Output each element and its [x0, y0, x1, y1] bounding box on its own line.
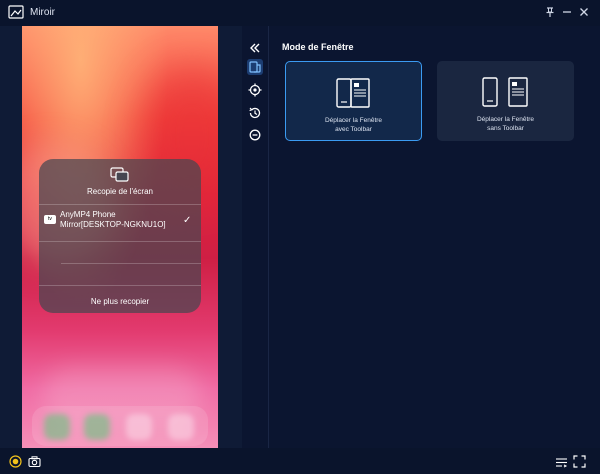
mode-option-with-toolbar[interactable]: Déplacer la Fenêtre avec Toolbar	[285, 61, 422, 141]
minimize-icon[interactable]	[560, 5, 574, 19]
minus-circle-icon	[249, 129, 261, 141]
history-icon	[249, 107, 261, 119]
divider	[39, 285, 201, 286]
phone-screen[interactable]: Recopie de l'écran tv AnyMP4 Phone Mirro…	[22, 26, 218, 448]
device-name-line2: Mirror[DESKTOP-NGKNU1O]	[60, 220, 166, 229]
checkmark-icon: ✓	[183, 215, 192, 226]
settings-button[interactable]	[247, 82, 263, 98]
history-button[interactable]	[247, 105, 263, 121]
phone-preview-area: Recopie de l'écran tv AnyMP4 Phone Mirro…	[0, 26, 242, 448]
double-chevron-left-icon	[250, 43, 260, 53]
minus-button[interactable]	[247, 127, 263, 143]
divider	[61, 263, 201, 264]
collapse-toolbar-button[interactable]	[247, 40, 263, 56]
mode-label-line1: Déplacer la Fenêtre	[476, 116, 535, 123]
mode-option-label: Déplacer la Fenêtre sans Toolbar	[437, 115, 574, 133]
divider	[39, 241, 201, 242]
screen-mirroring-icon	[110, 167, 129, 182]
side-toolbar	[242, 26, 269, 448]
phone-without-toolbar-icon	[482, 77, 528, 107]
record-icon[interactable]	[9, 455, 22, 468]
bottom-bar	[0, 448, 600, 474]
window-mode-button[interactable]	[247, 59, 263, 75]
device-name-line1: AnyMP4 Phone	[60, 210, 116, 219]
app-window: Miroir Recopie de l'écran tv AnyMP4 Phon…	[0, 0, 600, 474]
mode-option-without-toolbar[interactable]: Déplacer la Fenêtre sans Toolbar	[437, 61, 574, 141]
pin-icon[interactable]	[543, 5, 557, 19]
phone-with-toolbar-icon	[336, 78, 370, 108]
dock-app-icon	[44, 414, 70, 440]
dock-app-icon	[84, 414, 110, 440]
window-mode-icon	[249, 61, 261, 73]
window-title: Miroir	[30, 7, 55, 18]
apple-tv-icon: tv	[44, 215, 56, 224]
mode-label-line1: Déplacer la Fenêtre	[324, 117, 383, 124]
title-bar: Miroir	[0, 0, 600, 26]
fullscreen-icon[interactable]	[573, 455, 586, 468]
mirror-device-row[interactable]: tv AnyMP4 Phone Mirror[DESKTOP-NGKNU1O] …	[39, 205, 201, 241]
device-name: AnyMP4 Phone Mirror[DESKTOP-NGKNU1O]	[60, 210, 180, 230]
mirror-card-title: Recopie de l'écran	[86, 187, 153, 196]
camera-icon[interactable]	[28, 455, 41, 468]
dock-app-icon	[168, 414, 194, 440]
stop-mirroring-button[interactable]: Ne plus recopier	[39, 297, 201, 306]
dock-app-icon	[126, 414, 152, 440]
mode-label-line2: avec Toolbar	[335, 126, 372, 133]
window-mode-panel: Mode de Fenêtre Déplacer la Fenêtre avec…	[269, 26, 600, 448]
mode-option-label: Déplacer la Fenêtre avec Toolbar	[286, 116, 421, 134]
mode-label-line2: sans Toolbar	[487, 125, 524, 132]
screen-mirroring-card: Recopie de l'écran tv AnyMP4 Phone Mirro…	[39, 159, 201, 313]
settings-icon	[248, 83, 262, 97]
close-icon[interactable]	[577, 5, 591, 19]
app-logo-icon	[8, 5, 24, 19]
toolbar-toggle-icon[interactable]	[555, 455, 568, 468]
panel-title: Mode de Fenêtre	[282, 42, 354, 52]
